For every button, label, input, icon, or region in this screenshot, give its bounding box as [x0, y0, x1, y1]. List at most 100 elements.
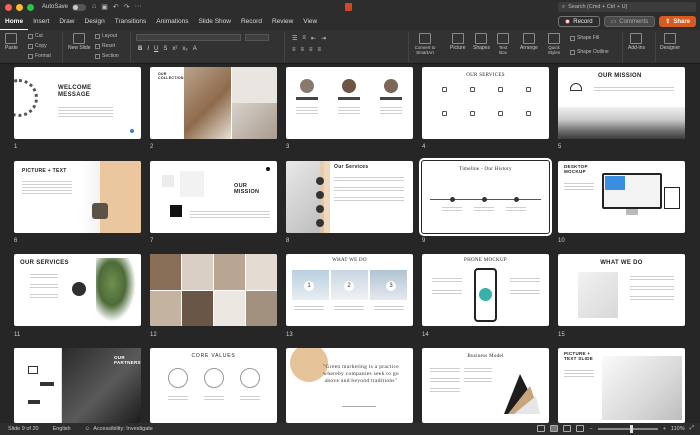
section-button[interactable]: Section [95, 53, 119, 59]
slide-thumbnail-19[interactable]: Business Model [422, 348, 549, 423]
shapes-button[interactable]: Shapes [473, 33, 490, 51]
slide-thumbnail-12[interactable] [150, 254, 277, 326]
accessibility-status[interactable]: Accessibility: Investigate [93, 426, 153, 432]
alignment-buttons: ≡ ≡ ≡ ≡ [292, 47, 321, 53]
align-center-icon[interactable]: ≡ [301, 47, 305, 53]
zoom-in-icon[interactable]: + [663, 426, 666, 432]
body-text [594, 87, 674, 93]
underline-icon[interactable]: U [154, 46, 158, 52]
slide-number: 7 [150, 238, 154, 244]
subscript-icon[interactable]: x₂ [182, 46, 187, 52]
layout-icon [95, 33, 100, 39]
search-input[interactable]: ⌕ Search (Cmd + Ctrl + U) [558, 2, 696, 12]
font-size-select[interactable] [245, 34, 269, 41]
shape-fill-button[interactable]: Shape Fill [570, 35, 599, 41]
close-window-button[interactable] [5, 3, 12, 11]
zoom-level[interactable]: 110% [671, 426, 685, 432]
text-box-button[interactable]: Text Box [496, 33, 510, 55]
hex-icon [316, 219, 324, 227]
autosave-label: AutoSave [42, 4, 69, 10]
redo-icon[interactable]: ↷ [124, 3, 130, 11]
designer-button[interactable]: Designer [660, 33, 680, 51]
font-name-select[interactable] [136, 34, 241, 41]
slide-thumbnail-7[interactable]: OUR MISSION [150, 161, 277, 233]
slide-thumbnail-14[interactable]: PHONE MOCKUP [422, 254, 549, 326]
language-indicator[interactable]: English [53, 426, 71, 432]
slide-thumbnail-1[interactable]: WELCOME MESSAGE [14, 67, 141, 139]
comments-button[interactable]: ▭ Comments [603, 16, 656, 27]
fit-to-window-icon[interactable]: ⤢ [690, 425, 694, 432]
slide-thumbnail-10[interactable]: DESKTOP MOCKUP [558, 161, 685, 233]
paste-button[interactable]: Paste [5, 33, 18, 51]
strikethrough-icon[interactable]: S [163, 46, 167, 52]
maximize-window-button[interactable] [27, 3, 34, 11]
slideshow-view-icon[interactable] [576, 425, 585, 432]
slide-thumbnail-17[interactable]: CORE VALUES [150, 348, 277, 423]
arrange-button[interactable]: Arrange [520, 33, 538, 51]
reading-view-icon[interactable] [563, 425, 572, 432]
align-left-icon[interactable]: ≡ [292, 47, 296, 53]
slide-thumbnail-18[interactable]: "Green marketing is a practice whereby c… [286, 348, 413, 423]
slide-thumbnail-8[interactable]: Our Services [286, 161, 413, 233]
home-icon[interactable]: ⌂ [92, 3, 96, 11]
tab-review[interactable]: Review [267, 14, 298, 30]
record-button[interactable]: Record [558, 16, 600, 27]
copy-button[interactable]: Copy [28, 43, 47, 49]
slide-thumbnail-9[interactable]: Timeline - Our History [419, 158, 552, 236]
shape-outline-button[interactable]: Shape Outline [570, 49, 609, 55]
normal-view-icon[interactable] [537, 425, 546, 432]
tab-design[interactable]: Design [80, 14, 110, 30]
zoom-out-icon[interactable]: − [589, 426, 592, 432]
quick-styles-button[interactable]: Quick Styles [546, 33, 562, 55]
undo-icon[interactable]: ↶ [113, 3, 119, 11]
minimize-window-button[interactable] [16, 3, 23, 11]
tab-slide-show[interactable]: Slide Show [193, 14, 236, 30]
bullets-icon[interactable]: ☰ [292, 35, 297, 42]
tab-view[interactable]: View [298, 14, 322, 30]
indent-icon[interactable]: ⇥ [321, 35, 326, 42]
slide-number: 3 [286, 144, 290, 150]
autosave-toggle[interactable] [72, 3, 87, 11]
font-color-icon[interactable]: A [193, 46, 197, 52]
layout-button[interactable]: Layout [95, 33, 117, 39]
more-icon[interactable]: ··· [135, 3, 142, 11]
partner-logo [28, 366, 38, 374]
collage-photo [182, 291, 213, 326]
cut-button[interactable]: Cut [28, 33, 43, 39]
slide-thumbnail-4[interactable]: OUR SERVICES [422, 67, 549, 139]
align-right-icon[interactable]: ≡ [309, 47, 313, 53]
bold-icon[interactable]: B [138, 46, 142, 52]
slide-thumbnail-5[interactable]: OUR MISSION [558, 67, 685, 139]
slide-thumbnail-20[interactable]: PICTURE + TEXT SLIDE [558, 348, 685, 423]
slide-sorter-view-icon[interactable] [550, 425, 559, 432]
new-slide-button[interactable]: New Slide [68, 33, 91, 51]
picture-button[interactable]: Picture [450, 33, 466, 51]
slide-thumbnail-3[interactable] [286, 67, 413, 139]
slide-thumbnail-16[interactable]: OUR PARTNERS [14, 348, 141, 423]
share-button[interactable]: ⇪ Share [659, 16, 696, 27]
slide-thumbnail-11[interactable]: OUR SERVICES [14, 254, 141, 326]
tab-transitions[interactable]: Transitions [110, 14, 152, 30]
outdent-icon[interactable]: ⇤ [311, 35, 316, 42]
slide-thumbnail-13[interactable]: WHAT WE DO 1 2 3 [286, 254, 413, 326]
tab-insert[interactable]: Insert [28, 14, 54, 30]
superscript-icon[interactable]: x² [172, 46, 177, 52]
convert-smartart-button[interactable]: Convert to SmartArt [412, 33, 438, 55]
divider [130, 32, 131, 62]
tab-home[interactable]: Home [0, 14, 29, 30]
tab-draw[interactable]: Draw [54, 14, 79, 30]
format-painter-button[interactable]: Format [28, 53, 51, 59]
slide-thumbnail-2[interactable]: OUR COLLECTION [150, 67, 277, 139]
zoom-slider[interactable] [597, 424, 658, 433]
reset-button[interactable]: Reset [95, 43, 115, 49]
slide-thumbnail-15[interactable]: WHAT WE DO [558, 254, 685, 326]
justify-icon[interactable]: ≡ [318, 47, 322, 53]
save-icon[interactable]: ▣ [101, 3, 108, 11]
tab-animations[interactable]: Animations [151, 14, 193, 30]
tab-record[interactable]: Record [236, 14, 267, 30]
zoom-slider-handle[interactable] [629, 424, 633, 433]
addins-button[interactable]: Add-ins [628, 33, 645, 51]
slide-thumbnail-6[interactable]: PICTURE + TEXT [14, 161, 141, 233]
italic-icon[interactable]: I [147, 46, 149, 52]
numbering-icon[interactable]: ≡ [302, 35, 306, 42]
